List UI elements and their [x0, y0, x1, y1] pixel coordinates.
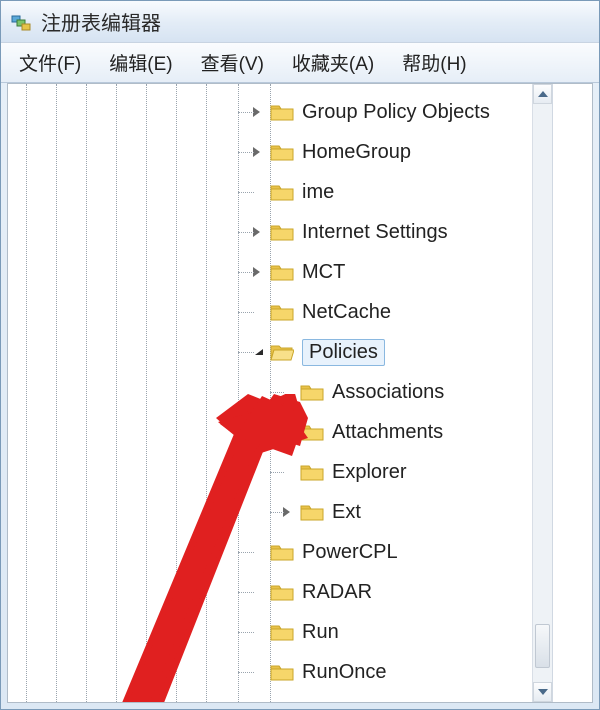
registry-tree[interactable]: Group Policy Objects HomeGroup ime Inter…: [8, 92, 552, 692]
folder-icon: [300, 502, 324, 522]
menu-help[interactable]: 帮助(H): [388, 45, 480, 80]
menu-view[interactable]: 查看(V): [187, 45, 278, 80]
tree-node-label[interactable]: PowerCPL: [302, 541, 398, 564]
tree-node-label[interactable]: Run: [302, 621, 339, 644]
tree-node-label[interactable]: Policies: [302, 339, 385, 366]
window-title: 注册表编辑器: [41, 7, 161, 36]
folder-icon: [270, 622, 294, 642]
folder-icon: [270, 102, 294, 122]
tree-node-label[interactable]: HomeGroup: [302, 141, 411, 164]
menu-edit[interactable]: 编辑(E): [95, 45, 186, 80]
tree-node[interactable]: MCT: [8, 252, 552, 292]
tree-node-label[interactable]: RADAR: [302, 581, 372, 604]
tree-node-label[interactable]: Group Policy Objects: [302, 101, 490, 124]
tree-node-label[interactable]: Associations: [332, 381, 444, 404]
titlebar: 注册表编辑器: [1, 1, 599, 43]
regedit-icon: [9, 10, 33, 34]
tree-node[interactable]: ime: [8, 172, 552, 212]
tree-node[interactable]: PowerCPL: [8, 532, 552, 572]
folder-icon: [270, 142, 294, 162]
folder-icon: [300, 462, 324, 482]
folder-icon: [270, 182, 294, 202]
client-area: Group Policy Objects HomeGroup ime Inter…: [7, 83, 593, 703]
tree-node[interactable]: Run: [8, 612, 552, 652]
folder-icon: [270, 662, 294, 682]
menubar: 文件(F) 编辑(E) 查看(V) 收藏夹(A) 帮助(H): [1, 43, 599, 83]
tree-node[interactable]: Internet Settings: [8, 212, 552, 252]
folder-icon: [270, 542, 294, 562]
tree-node-label[interactable]: NetCache: [302, 301, 391, 324]
tree-node[interactable]: Associations: [8, 372, 552, 412]
menu-file[interactable]: 文件(F): [5, 45, 95, 80]
folder-open-icon: [270, 342, 294, 362]
tree-node-label[interactable]: RunOnce: [302, 661, 387, 684]
menu-favorites[interactable]: 收藏夹(A): [278, 45, 388, 80]
folder-icon: [270, 222, 294, 242]
folder-icon: [270, 262, 294, 282]
folder-icon: [300, 422, 324, 442]
tree-node-label[interactable]: ime: [302, 181, 334, 204]
tree-node-label[interactable]: Explorer: [332, 461, 406, 484]
folder-icon: [270, 582, 294, 602]
tree-node[interactable]: Ext: [8, 492, 552, 532]
tree-node[interactable]: HomeGroup: [8, 132, 552, 172]
tree-node-label[interactable]: MCT: [302, 261, 345, 284]
tree-node[interactable]: Group Policy Objects: [8, 92, 552, 132]
tree-node[interactable]: RunOnce: [8, 652, 552, 692]
tree-node-label[interactable]: Attachments: [332, 421, 443, 444]
tree-node[interactable]: Policies: [8, 332, 552, 372]
tree-node[interactable]: NetCache: [8, 292, 552, 332]
registry-editor-window: 注册表编辑器 文件(F) 编辑(E) 查看(V) 收藏夹(A) 帮助(H) Gr…: [0, 0, 600, 710]
tree-pane: Group Policy Objects HomeGroup ime Inter…: [8, 84, 552, 702]
right-pane: [552, 84, 592, 702]
tree-node-label[interactable]: Ext: [332, 501, 361, 524]
tree-node[interactable]: Explorer: [8, 452, 552, 492]
folder-icon: [270, 302, 294, 322]
folder-icon: [300, 382, 324, 402]
tree-node-label[interactable]: Internet Settings: [302, 221, 448, 244]
tree-node[interactable]: Attachments: [8, 412, 552, 452]
collapse-icon[interactable]: [248, 344, 264, 360]
tree-node[interactable]: RADAR: [8, 572, 552, 612]
